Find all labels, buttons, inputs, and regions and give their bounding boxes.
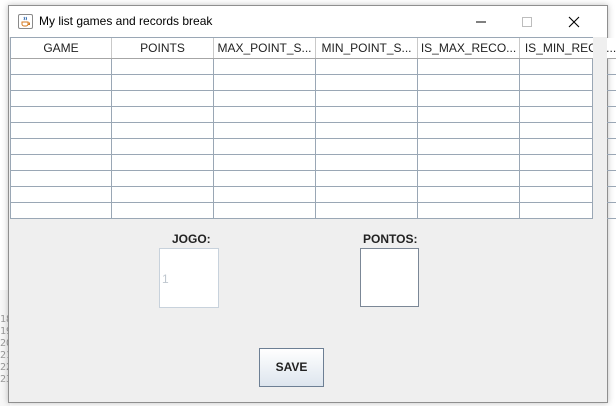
app-window: My list games and records break GAME POIN… xyxy=(8,5,616,403)
column-header[interactable]: GAME xyxy=(11,38,112,59)
table-row[interactable] xyxy=(11,90,616,107)
table-cell[interactable] xyxy=(315,90,418,107)
table-row[interactable] xyxy=(11,122,616,139)
table-cell[interactable] xyxy=(315,202,418,219)
table-cell[interactable] xyxy=(417,202,520,219)
table-cell[interactable] xyxy=(11,74,112,91)
pontos-field[interactable] xyxy=(360,248,419,307)
title-bar: My list games and records break xyxy=(9,6,607,37)
table-cell[interactable] xyxy=(213,170,316,187)
table-cell[interactable] xyxy=(111,74,214,91)
table-row[interactable] xyxy=(11,154,616,171)
table-cell[interactable] xyxy=(417,106,520,123)
table-cell[interactable] xyxy=(417,58,520,75)
table-row[interactable] xyxy=(11,74,616,91)
table-cell[interactable] xyxy=(111,170,214,187)
column-header[interactable]: MIN_POINT_S... xyxy=(315,38,418,59)
table-cell[interactable] xyxy=(417,186,520,203)
table-cell[interactable] xyxy=(111,186,214,203)
table-cell[interactable] xyxy=(11,154,112,171)
table-cell[interactable] xyxy=(11,122,112,139)
table-cell[interactable] xyxy=(417,154,520,171)
table-cell[interactable] xyxy=(315,106,418,123)
table-header: GAME POINTS MAX_POINT_S... MIN_POINT_S... IS… xyxy=(11,38,616,59)
close-icon xyxy=(568,16,580,28)
table-body xyxy=(11,58,616,219)
table-cell[interactable] xyxy=(111,138,214,155)
table-cell[interactable] xyxy=(213,138,316,155)
table-cell[interactable] xyxy=(213,202,316,219)
table-cell[interactable] xyxy=(111,106,214,123)
table-cell[interactable] xyxy=(213,154,316,171)
minimize-button[interactable] xyxy=(458,6,504,37)
table-cell[interactable] xyxy=(315,74,418,91)
table-cell[interactable] xyxy=(417,74,520,91)
java-cup-icon xyxy=(18,14,33,29)
table-cell[interactable] xyxy=(11,58,112,75)
table-cell[interactable] xyxy=(315,122,418,139)
table-cell[interactable] xyxy=(417,122,520,139)
table-side-strip xyxy=(593,37,607,219)
table-cell[interactable] xyxy=(315,58,418,75)
table-cell[interactable] xyxy=(315,186,418,203)
table-cell[interactable] xyxy=(11,138,112,155)
table-cell[interactable] xyxy=(417,90,520,107)
table-cell[interactable] xyxy=(213,186,316,203)
column-header[interactable]: POINTS xyxy=(111,38,214,59)
table-cell[interactable] xyxy=(315,154,418,171)
table-row[interactable] xyxy=(11,170,616,187)
maximize-icon xyxy=(522,17,532,27)
table-cell[interactable] xyxy=(11,170,112,187)
window-title: My list games and records break xyxy=(39,14,213,28)
table-cell[interactable] xyxy=(111,154,214,171)
table-cell[interactable] xyxy=(11,202,112,219)
jogo-label: JOGO: xyxy=(172,232,211,246)
table-cell[interactable] xyxy=(417,170,520,187)
table-cell[interactable] xyxy=(111,58,214,75)
table-cell[interactable] xyxy=(213,90,316,107)
table-cell[interactable] xyxy=(315,138,418,155)
minimize-icon xyxy=(476,21,486,23)
table-cell[interactable] xyxy=(111,202,214,219)
pontos-label: PONTOS: xyxy=(363,232,418,246)
table-cell[interactable] xyxy=(111,90,214,107)
table-cell[interactable] xyxy=(315,170,418,187)
table-cell[interactable] xyxy=(417,138,520,155)
save-button[interactable]: SAVE xyxy=(259,348,324,387)
table-row[interactable] xyxy=(11,58,616,75)
column-header[interactable]: IS_MAX_RECO... xyxy=(417,38,520,59)
records-table[interactable]: GAME POINTS MAX_POINT_S... MIN_POINT_S... IS… xyxy=(10,37,616,219)
jogo-field[interactable]: 1 xyxy=(159,248,219,308)
table-row[interactable] xyxy=(11,186,616,203)
table-cell[interactable] xyxy=(111,122,214,139)
table-cell[interactable] xyxy=(213,74,316,91)
table-cell[interactable] xyxy=(213,58,316,75)
table-cell[interactable] xyxy=(11,90,112,107)
table-row[interactable] xyxy=(11,138,616,155)
table-cell[interactable] xyxy=(213,122,316,139)
table-row[interactable] xyxy=(11,202,616,219)
maximize-button[interactable] xyxy=(504,6,550,37)
table-row[interactable] xyxy=(11,106,616,123)
table-cell[interactable] xyxy=(11,106,112,123)
column-header[interactable]: MAX_POINT_S... xyxy=(213,38,316,59)
table-cell[interactable] xyxy=(213,106,316,123)
table-cell[interactable] xyxy=(11,186,112,203)
close-button[interactable] xyxy=(551,6,597,37)
